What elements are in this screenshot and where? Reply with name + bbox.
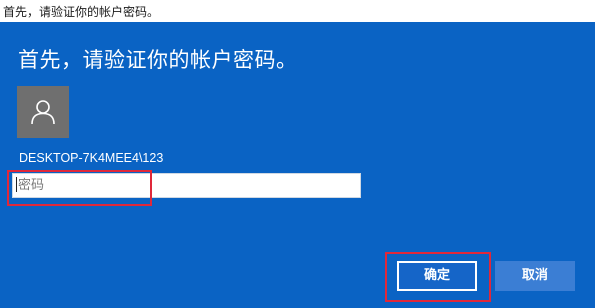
dialog-heading: 首先，请验证你的帐户密码。: [18, 48, 298, 72]
avatar: [17, 86, 69, 138]
ok-button[interactable]: 确定: [397, 261, 477, 291]
user-silhouette-icon: [31, 100, 55, 125]
cancel-button[interactable]: 取消: [495, 261, 575, 291]
account-name: DESKTOP-7K4MEE4\123: [19, 151, 164, 165]
password-input[interactable]: 密码: [12, 173, 361, 198]
password-placeholder: 密码: [18, 178, 45, 193]
text-caret: [16, 177, 17, 192]
window-titlebar: 首先，请验证你的帐户密码。: [0, 0, 595, 22]
window-title: 首先，请验证你的帐户密码。: [3, 5, 160, 19]
